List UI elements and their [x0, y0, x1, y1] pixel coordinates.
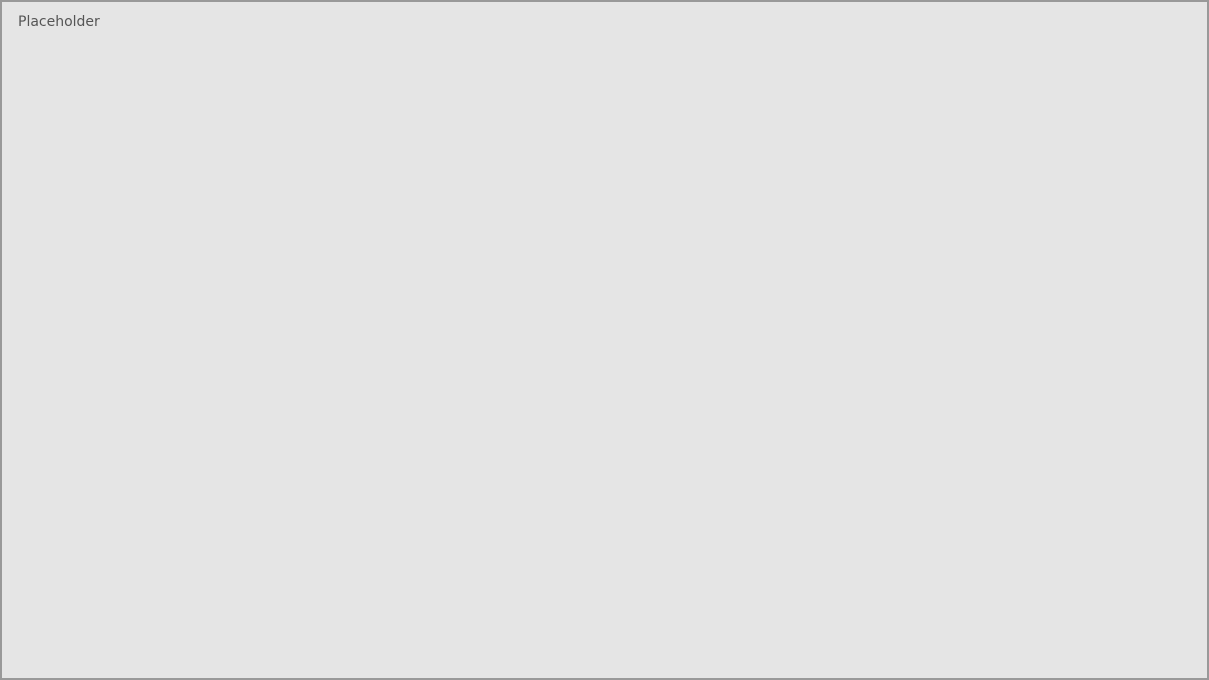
placeholder-title: Placeholder — [18, 14, 100, 30]
placeholder-frame: Placeholder — [0, 0, 1209, 680]
